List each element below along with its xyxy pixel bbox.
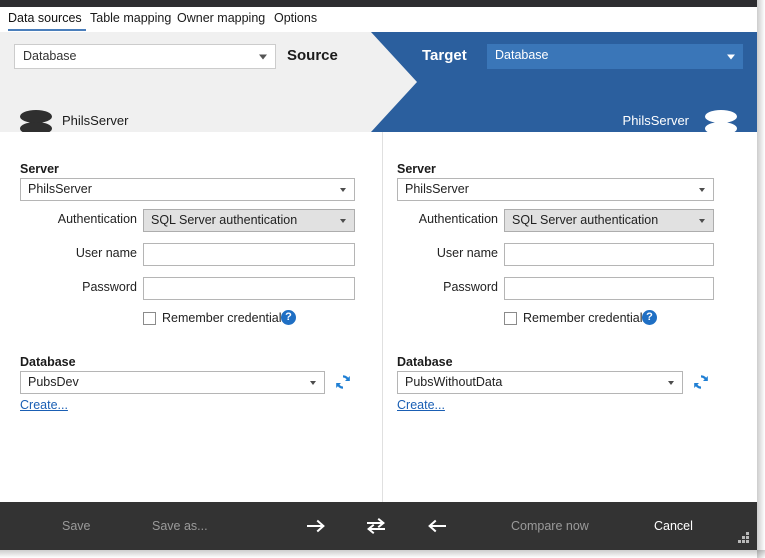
- target-server-name: PhilsServer: [622, 113, 689, 128]
- resize-grip-icon[interactable]: [738, 532, 749, 543]
- target-remember-credentials-label: Remember credentials: [523, 311, 649, 325]
- source-authentication-label: Authentication: [57, 212, 137, 226]
- target-authentication-value: SQL Server authentication: [512, 213, 659, 227]
- target-database-combo[interactable]: PubsWithoutData: [397, 371, 683, 394]
- target-server-combo[interactable]: PhilsServer: [397, 178, 714, 201]
- swap-arrows-icon[interactable]: [365, 516, 387, 536]
- target-username-label: User name: [436, 246, 498, 260]
- target-database-value: PubsWithoutData: [405, 375, 503, 389]
- title-bar: [0, 0, 757, 7]
- question-mark-icon[interactable]: ?: [642, 310, 657, 325]
- target-type-value: Database: [495, 48, 549, 62]
- tab-active-underline: [8, 29, 86, 31]
- target-create-link[interactable]: Create...: [397, 398, 445, 412]
- window-shadow-bottom: [0, 550, 765, 558]
- source-type-select[interactable]: Database: [14, 44, 276, 69]
- source-connection-panel: Server PhilsServer Authentication SQL Se…: [0, 132, 382, 502]
- compare-now-button[interactable]: Compare now: [511, 502, 589, 550]
- source-target-header: Database Source PhilsServer PubsDev Targ…: [0, 32, 757, 147]
- save-as-button[interactable]: Save as...: [152, 502, 208, 550]
- tab-label: Data sources: [8, 11, 82, 25]
- window-shadow-right: [757, 0, 765, 558]
- question-mark-icon[interactable]: ?: [281, 310, 296, 325]
- cancel-button[interactable]: Cancel: [654, 502, 693, 550]
- source-refresh-icon[interactable]: [333, 372, 353, 392]
- target-remember-credentials-checkbox[interactable]: [504, 312, 517, 325]
- target-connection-panel: Server PhilsServer Authentication SQL Se…: [383, 132, 757, 502]
- tab-bar: Data sources Table mapping Owner mapping…: [0, 7, 757, 32]
- save-button[interactable]: Save: [62, 502, 91, 550]
- target-title: Target: [422, 47, 467, 64]
- tab-label: Options: [274, 11, 318, 25]
- source-server-combo[interactable]: PhilsServer: [20, 178, 355, 201]
- dialog-footer: Save Save as... Compare now Cancel: [0, 502, 757, 550]
- target-authentication-combo[interactable]: SQL Server authentication: [504, 209, 714, 232]
- source-create-link[interactable]: Create...: [20, 398, 68, 412]
- arrow-right-icon[interactable]: [306, 516, 328, 536]
- chevron-down-icon: [699, 218, 705, 223]
- target-server-value: PhilsServer: [405, 182, 469, 196]
- source-remember-credentials-checkbox[interactable]: [143, 312, 156, 325]
- chevron-down-icon: [668, 380, 674, 385]
- source-authentication-combo[interactable]: SQL Server authentication: [143, 209, 355, 232]
- source-server-group-title: Server: [20, 162, 59, 176]
- chevron-down-icon: [727, 54, 735, 59]
- chevron-down-icon: [340, 187, 346, 192]
- data-sources-dialog: Data sources Table mapping Owner mapping…: [0, 0, 765, 558]
- target-password-label: Password: [443, 280, 498, 294]
- source-remember-credentials-label: Remember credentials: [162, 311, 288, 325]
- target-database-group-title: Database: [397, 355, 453, 369]
- target-username-input[interactable]: [504, 243, 714, 266]
- connection-panels: Server PhilsServer Authentication SQL Se…: [0, 132, 757, 502]
- chevron-down-icon: [310, 380, 316, 385]
- source-username-input[interactable]: [143, 243, 355, 266]
- tab-table-mapping[interactable]: Table mapping: [90, 7, 171, 32]
- arrow-left-icon[interactable]: [425, 516, 447, 536]
- chevron-down-icon: [699, 187, 705, 192]
- source-database-value: PubsDev: [28, 375, 79, 389]
- chevron-down-icon: [340, 218, 346, 223]
- source-type-value: Database: [23, 49, 77, 63]
- tab-owner-mapping[interactable]: Owner mapping: [177, 7, 265, 32]
- tab-options[interactable]: Options: [274, 7, 317, 32]
- target-type-select[interactable]: Database: [487, 44, 743, 69]
- source-server-name: PhilsServer: [62, 113, 129, 128]
- source-password-input[interactable]: [143, 277, 355, 300]
- source-authentication-value: SQL Server authentication: [151, 213, 298, 227]
- source-database-group-title: Database: [20, 355, 76, 369]
- tab-label: Table mapping: [90, 11, 172, 25]
- tab-label: Owner mapping: [177, 11, 266, 25]
- target-server-group-title: Server: [397, 162, 436, 176]
- source-title: Source: [287, 47, 338, 64]
- source-username-label: User name: [75, 246, 137, 260]
- chevron-down-icon: [259, 54, 267, 59]
- source-server-value: PhilsServer: [28, 182, 92, 196]
- target-authentication-label: Authentication: [418, 212, 498, 226]
- target-refresh-icon[interactable]: [691, 372, 711, 392]
- source-password-label: Password: [82, 280, 137, 294]
- source-database-combo[interactable]: PubsDev: [20, 371, 325, 394]
- tab-data-sources[interactable]: Data sources: [8, 7, 86, 32]
- target-password-input[interactable]: [504, 277, 714, 300]
